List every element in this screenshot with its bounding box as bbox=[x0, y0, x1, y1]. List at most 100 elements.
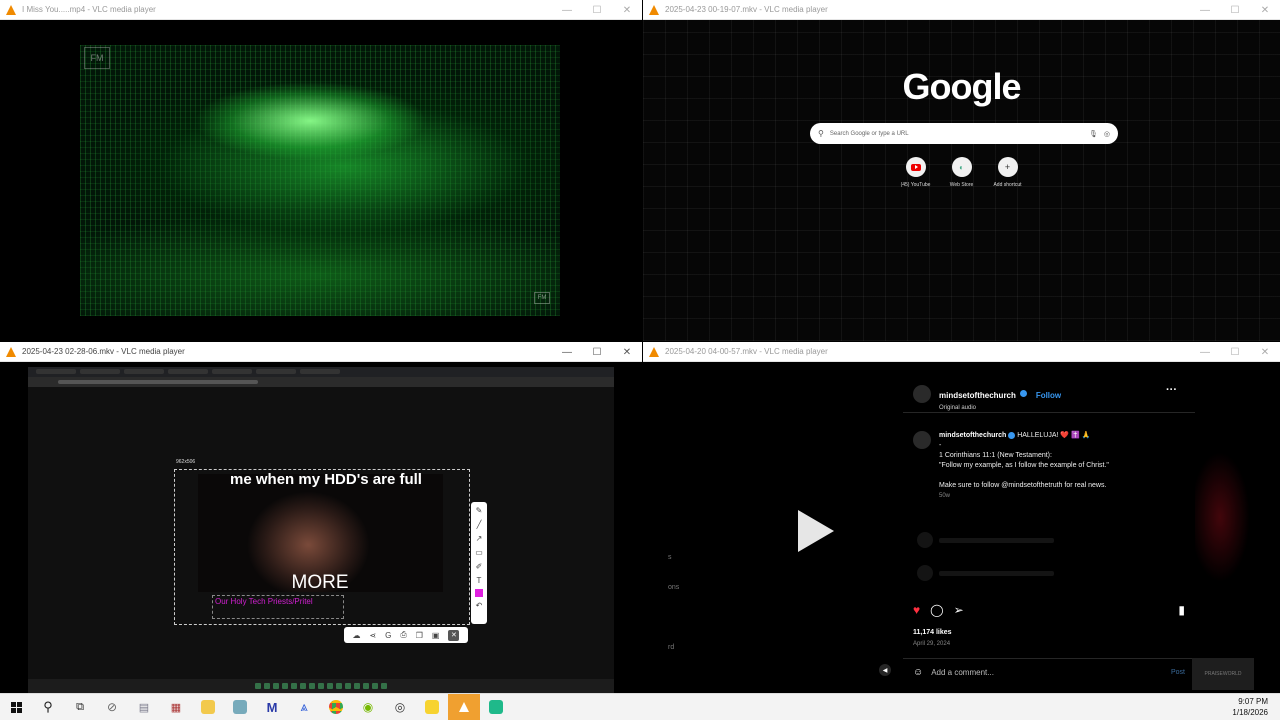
comment-bar: ☺ Add a comment... Post bbox=[903, 658, 1195, 686]
meme-top-text: me when my HDD's are full bbox=[230, 471, 422, 488]
divider bbox=[903, 412, 1195, 413]
arrow-icon: ↗ bbox=[475, 534, 483, 543]
malwarebytes-icon: M bbox=[266, 699, 278, 715]
title-bar[interactable]: 2025-04-23 00-19-07.mkv - VLC media play… bbox=[643, 0, 1280, 20]
taskbar-app[interactable]: ▦ bbox=[160, 694, 192, 720]
close-button[interactable]: ✕ bbox=[612, 0, 642, 20]
close-button[interactable]: ✕ bbox=[1250, 0, 1280, 20]
marker-icon: ✐ bbox=[475, 562, 483, 571]
vlc-window-top-left[interactable]: I Miss You.....mp4 - VLC media player — … bbox=[0, 0, 642, 341]
text-icon: T bbox=[476, 576, 482, 585]
print-icon: ⎙ bbox=[400, 630, 407, 639]
avatar bbox=[913, 431, 931, 449]
desktop: I Miss You.....mp4 - VLC media player — … bbox=[0, 0, 1280, 720]
emoji-icon: ☺ bbox=[913, 667, 924, 678]
post-username: mindsetofthechurch bbox=[939, 391, 1016, 400]
taskbar-app[interactable] bbox=[192, 694, 224, 720]
rectangle-icon: ▭ bbox=[475, 548, 483, 557]
recorded-taskbar bbox=[28, 679, 614, 693]
title-bar[interactable]: 2025-04-20 04-00-57.mkv - VLC media play… bbox=[643, 342, 1280, 362]
video-area[interactable]: Google ⚲ Search Google or type a URL 🎙 ◎… bbox=[643, 20, 1280, 341]
obs-app-icon bbox=[489, 700, 503, 714]
file-explorer-icon bbox=[201, 700, 215, 714]
loading-placeholder bbox=[917, 532, 1054, 548]
loading-placeholder bbox=[917, 565, 1054, 581]
post-link: Post bbox=[1170, 669, 1185, 676]
nvidia-icon: ◉ bbox=[362, 700, 374, 714]
selection-size-label: 962x506 bbox=[176, 459, 196, 465]
recorded-tab-strip bbox=[28, 367, 614, 377]
notes-app-icon bbox=[233, 700, 247, 714]
taskbar-app[interactable]: ◎ bbox=[384, 694, 416, 720]
taskbar-app[interactable]: M bbox=[256, 694, 288, 720]
side-text: rd bbox=[668, 644, 675, 651]
taskbar-app[interactable]: ◉ bbox=[352, 694, 384, 720]
bookmark-icon: ▮ bbox=[1178, 603, 1185, 617]
close-button[interactable]: ✕ bbox=[1250, 342, 1280, 362]
taskbar-app[interactable]: ⩓ bbox=[288, 694, 320, 720]
avatar bbox=[913, 385, 931, 403]
maximize-button[interactable]: ☐ bbox=[582, 0, 612, 20]
search-button[interactable]: ⚲ bbox=[32, 694, 64, 720]
undo-icon: ↶ bbox=[475, 601, 483, 610]
taskbar-app[interactable] bbox=[320, 694, 352, 720]
shortcut-label: Add shortcut bbox=[993, 182, 1022, 188]
caption-time: 50w bbox=[939, 493, 951, 499]
shortcut-youtube: (45) YouTube bbox=[901, 157, 931, 188]
maximize-button[interactable]: ☐ bbox=[1220, 342, 1250, 362]
search-placeholder: Search Google or type a URL bbox=[829, 130, 909, 137]
matrix-video-frame: FM FM bbox=[80, 45, 560, 316]
like-count: 11,174 likes bbox=[913, 629, 952, 636]
maximize-button[interactable]: ☐ bbox=[1220, 0, 1250, 20]
vlc-window-bottom-left[interactable]: 2025-04-23 02-28-06.mkv - VLC media play… bbox=[0, 342, 642, 693]
watermark-logo: PRAISEWORLD bbox=[1192, 658, 1254, 690]
title-bar[interactable]: 2025-04-23 02-28-06.mkv - VLC media play… bbox=[0, 342, 642, 362]
web-store-icon: ◐ bbox=[959, 162, 964, 172]
minimize-button[interactable]: — bbox=[1190, 0, 1220, 20]
vlc-icon bbox=[459, 702, 469, 712]
taskbar-app[interactable] bbox=[224, 694, 256, 720]
video-area[interactable]: 962x506 me when my HDD's are full MORE O… bbox=[0, 362, 642, 693]
vlc-cone-icon bbox=[649, 4, 659, 15]
taskbar-app[interactable]: ▤ bbox=[128, 694, 160, 720]
task-view-button[interactable]: ⧉ bbox=[64, 694, 96, 720]
shortcut-add: + Add shortcut bbox=[993, 157, 1023, 188]
close-button[interactable]: ✕ bbox=[612, 342, 642, 362]
vlc-window-top-right[interactable]: 2025-04-23 00-19-07.mkv - VLC media play… bbox=[643, 0, 1280, 341]
minimize-button[interactable]: — bbox=[1190, 342, 1220, 362]
post-actions: ♥ ◯ ➢ ▮ bbox=[913, 603, 1185, 617]
video-area[interactable]: s ons rd ◀ mindsetofthechurch Follow Ori… bbox=[643, 362, 1280, 693]
caption-lead: HALLELUJA! ❤️ ✝️ 🙏 bbox=[1017, 432, 1091, 439]
share-icon: ➢ bbox=[953, 603, 964, 617]
taskbar-app-vlc[interactable] bbox=[448, 693, 480, 720]
minimize-button[interactable]: — bbox=[552, 342, 582, 362]
app-icon: ▤ bbox=[138, 701, 150, 714]
play-icon bbox=[798, 510, 834, 552]
taskbar-app[interactable]: ⊘ bbox=[96, 694, 128, 720]
more-options-icon: ··· bbox=[1166, 384, 1177, 396]
video-area[interactable]: FM FM bbox=[0, 20, 642, 341]
youtube-icon bbox=[910, 163, 921, 171]
minimize-button[interactable]: — bbox=[552, 0, 582, 20]
maximize-button[interactable]: ☐ bbox=[582, 342, 612, 362]
annotation-text: Our Holy Tech Priests/Pritel bbox=[212, 595, 344, 619]
comment-icon: ◯ bbox=[930, 603, 944, 617]
corner-logo: FM bbox=[534, 292, 550, 304]
taskbar-app[interactable] bbox=[480, 694, 512, 720]
system-clock[interactable]: 9:07 PM 1/18/2026 bbox=[1232, 696, 1268, 718]
clock-time: 9:07 PM bbox=[1238, 697, 1268, 706]
blocked-app-icon: ⊘ bbox=[106, 700, 118, 714]
copy-icon: ❐ bbox=[415, 630, 423, 640]
taskbar-app[interactable] bbox=[416, 694, 448, 720]
red-glow bbox=[1190, 452, 1250, 582]
start-button[interactable] bbox=[0, 694, 32, 720]
title-bar[interactable]: I Miss You.....mp4 - VLC media player — … bbox=[0, 0, 642, 20]
caption-username: mindsetofthechurch bbox=[939, 432, 1007, 439]
shortcut-web-store: ◐ Web Store bbox=[947, 157, 977, 188]
vlc-window-bottom-right[interactable]: 2025-04-20 04-00-57.mkv - VLC media play… bbox=[643, 342, 1280, 693]
vlc-cone-icon bbox=[6, 4, 16, 15]
verified-icon bbox=[1008, 431, 1016, 439]
follow-link: Follow bbox=[1035, 391, 1062, 400]
google-search-box: ⚲ Search Google or type a URL 🎙 ◎ bbox=[810, 123, 1118, 144]
window-title: 2025-04-23 02-28-06.mkv - VLC media play… bbox=[22, 347, 185, 356]
